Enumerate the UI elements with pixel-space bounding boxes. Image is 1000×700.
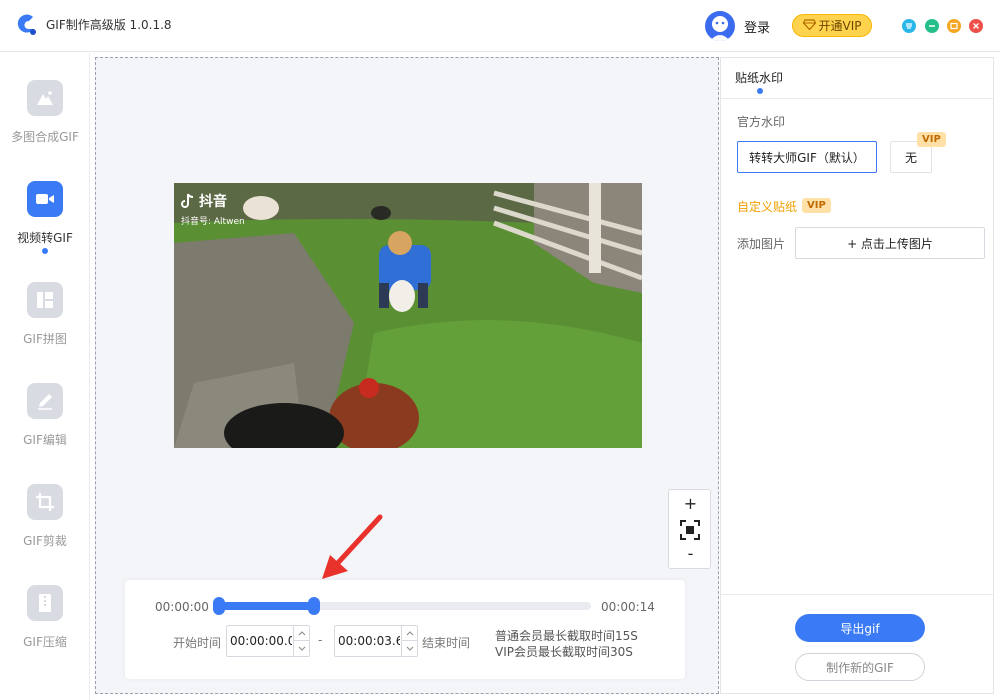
start-time-input[interactable] bbox=[230, 632, 292, 650]
divider bbox=[721, 594, 993, 595]
fit-screen-icon[interactable] bbox=[680, 520, 700, 543]
video-camera-icon bbox=[27, 181, 63, 217]
create-new-gif-button[interactable]: 制作新的GIF bbox=[795, 653, 925, 681]
canvas-area: 抖音 抖音号: Altwen + - 00:00:00 00:00:14 开始时… bbox=[95, 57, 719, 694]
timeline-start-time: 00:00:00 bbox=[155, 600, 209, 614]
start-time-increment[interactable] bbox=[294, 626, 309, 641]
sidebar-item-label: GIF拼图 bbox=[23, 332, 67, 346]
export-gif-button[interactable]: 导出gif bbox=[795, 614, 925, 642]
end-time-stepper[interactable] bbox=[334, 625, 418, 657]
sidebar-item-gif-compress[interactable]: GIF压缩 bbox=[0, 585, 90, 675]
sidebar-item-label: GIF编辑 bbox=[23, 433, 67, 447]
start-time-stepper[interactable] bbox=[226, 625, 310, 657]
sidebar: 多图合成GIF 视频转GIF GIF拼图 GIF编辑 GIF剪裁 GIF压缩 bbox=[0, 53, 90, 700]
tiktok-watermark: 抖音 抖音号: Altwen bbox=[181, 191, 245, 227]
vip-badge: VIP bbox=[917, 132, 946, 147]
close-icon[interactable] bbox=[969, 19, 983, 33]
end-time-decrement[interactable] bbox=[402, 641, 417, 656]
sidebar-item-multi-image-gif[interactable]: 多图合成GIF bbox=[0, 80, 90, 170]
end-time-input[interactable] bbox=[338, 632, 400, 650]
sidebar-item-gif-collage[interactable]: GIF拼图 bbox=[0, 282, 90, 372]
sidebar-item-video-to-gif[interactable]: 视频转GIF bbox=[0, 181, 90, 271]
end-time-label: 结束时间 bbox=[422, 636, 471, 650]
member-limit-note: 普通会员最长截取时间15S bbox=[495, 629, 638, 643]
open-vip-label: 开通VIP bbox=[818, 19, 862, 33]
timeline-track[interactable] bbox=[213, 597, 591, 615]
pencil-icon bbox=[27, 383, 63, 419]
sidebar-item-gif-edit[interactable]: GIF编辑 bbox=[0, 383, 90, 473]
tiktok-id: 抖音号: Altwen bbox=[181, 217, 245, 227]
crop-icon bbox=[27, 484, 63, 520]
add-image-label: 添加图片 bbox=[737, 237, 786, 251]
collage-icon bbox=[27, 282, 63, 318]
zoom-out-button[interactable]: - bbox=[669, 544, 712, 563]
sidebar-item-label: GIF压缩 bbox=[23, 635, 67, 649]
vip-badge: VIP bbox=[802, 198, 831, 213]
avatar[interactable] bbox=[705, 11, 735, 41]
divider bbox=[721, 98, 993, 99]
diamond-icon bbox=[802, 18, 816, 33]
custom-sticker-label: 自定义贴纸 bbox=[737, 200, 798, 214]
app-logo-icon bbox=[14, 12, 38, 36]
sidebar-item-gif-crop[interactable]: GIF剪裁 bbox=[0, 484, 90, 574]
upload-image-button[interactable]: + 点击上传图片 bbox=[795, 227, 985, 259]
video-preview: 抖音 抖音号: Altwen bbox=[174, 183, 642, 448]
active-tab-indicator bbox=[757, 88, 763, 94]
mountain-icon bbox=[27, 80, 63, 116]
zip-icon bbox=[27, 585, 63, 621]
official-watermark-label: 官方水印 bbox=[737, 115, 786, 129]
start-time-decrement[interactable] bbox=[294, 641, 309, 656]
title-bar: GIF制作高级版 1.0.1.8 登录 开通VIP bbox=[0, 0, 1000, 52]
open-vip-button[interactable]: 开通VIP bbox=[792, 14, 872, 37]
menu-icon[interactable] bbox=[902, 19, 916, 33]
tab-sticker-watermark[interactable]: 贴纸水印 bbox=[735, 69, 783, 86]
vip-limit-note: VIP会员最长截取时间30S bbox=[495, 645, 633, 659]
timeline-selection bbox=[217, 602, 314, 610]
tiktok-brand-text: 抖音 bbox=[199, 194, 227, 210]
login-link[interactable]: 登录 bbox=[744, 17, 770, 36]
zoom-in-button[interactable]: + bbox=[669, 494, 712, 513]
sidebar-item-label: GIF剪裁 bbox=[23, 534, 67, 548]
maximize-icon[interactable] bbox=[947, 19, 961, 33]
settings-panel: 贴纸水印 官方水印 转转大师GIF（默认） 无 VIP 自定义贴纸 VIP 添加… bbox=[720, 57, 994, 694]
timeline-panel: 00:00:00 00:00:14 开始时间 - 结束时间 普通会员最长截取时间… bbox=[125, 580, 685, 679]
app-title: GIF制作高级版 1.0.1.8 bbox=[46, 18, 172, 32]
active-indicator bbox=[42, 248, 48, 254]
timeline-end-time: 00:00:14 bbox=[601, 600, 655, 614]
end-handle[interactable] bbox=[308, 597, 320, 615]
end-time-increment[interactable] bbox=[402, 626, 417, 641]
time-separator: - bbox=[318, 633, 323, 647]
sidebar-item-label: 多图合成GIF bbox=[11, 130, 79, 144]
start-handle[interactable] bbox=[213, 597, 225, 615]
sidebar-item-label: 视频转GIF bbox=[17, 231, 73, 245]
zoom-controls: + - bbox=[668, 489, 711, 569]
red-arrow-annotation bbox=[318, 513, 388, 588]
default-watermark-option[interactable]: 转转大师GIF（默认） bbox=[737, 141, 877, 173]
minimize-icon[interactable] bbox=[925, 19, 939, 33]
start-time-label: 开始时间 bbox=[173, 636, 222, 650]
tiktok-logo-icon bbox=[181, 193, 195, 209]
